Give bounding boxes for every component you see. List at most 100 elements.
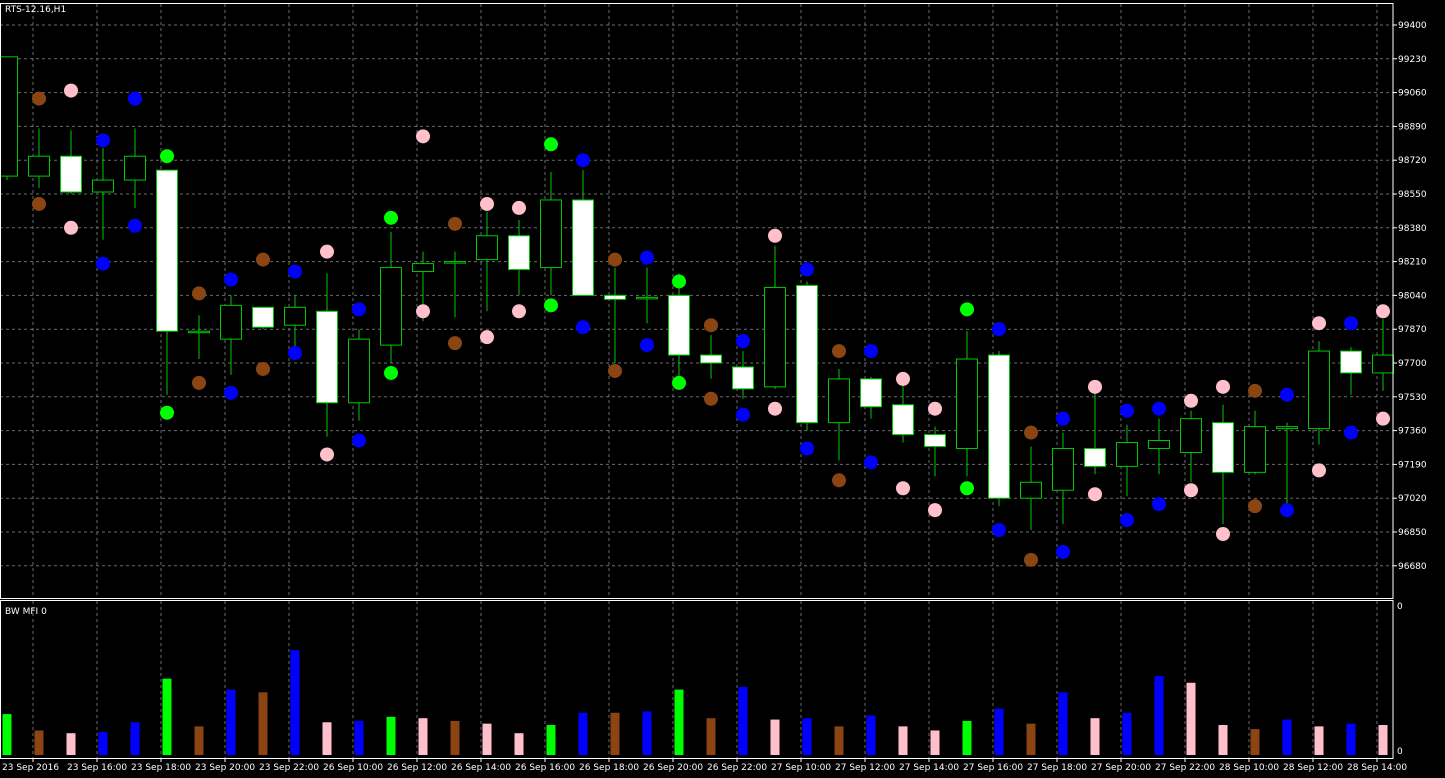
fractal-dot-green	[960, 481, 974, 496]
fractal-dot-pink	[480, 330, 494, 345]
mfi-bar-pink[interactable]	[1090, 718, 1100, 755]
mfi-bar-pink[interactable]	[770, 719, 780, 755]
mfi-bar-blue[interactable]	[994, 708, 1004, 755]
candle-body-up	[1180, 418, 1202, 453]
price-label: 97530	[1398, 393, 1427, 403]
mfi-bar-blue[interactable]	[354, 720, 364, 755]
time-label: 27 Sep 22:00	[1155, 763, 1215, 773]
mfi-bar-pink[interactable]	[930, 730, 940, 755]
fractal-dot-green	[384, 210, 398, 225]
candle[interactable]	[1308, 341, 1330, 445]
indicator-scale-bottom: 0	[1397, 747, 1403, 757]
indicator-scale-top: 0	[1397, 602, 1403, 612]
mfi-bar-brown[interactable]	[34, 730, 44, 755]
fractal-dot-brown	[1024, 425, 1038, 440]
mfi-bar-blue[interactable]	[1346, 723, 1356, 755]
mfi-bar-pink[interactable]	[66, 733, 76, 755]
mfi-bar-brown[interactable]	[1250, 729, 1260, 755]
candle[interactable]	[0, 56, 18, 181]
fractal-dot-blue	[576, 320, 590, 335]
fractal-dot-pink	[928, 503, 942, 518]
candle-body-down	[1084, 447, 1106, 467]
mfi-bar-pink[interactable]	[1314, 726, 1324, 755]
mfi-bar-brown[interactable]	[1026, 723, 1036, 755]
candle-body-up	[956, 358, 978, 449]
fractal-dot-green	[160, 405, 174, 420]
time-label: 23 Sep 20:00	[195, 763, 255, 773]
mfi-bar-green[interactable]	[674, 689, 684, 755]
candle[interactable]	[252, 306, 274, 330]
mfi-bar-pink[interactable]	[482, 723, 492, 755]
mfi-bar-blue[interactable]	[1122, 712, 1132, 755]
price-label: 98040	[1398, 291, 1427, 301]
mfi-bar-blue[interactable]	[642, 711, 652, 755]
fractal-dot-brown	[448, 336, 462, 351]
mfi-bar-green[interactable]	[546, 725, 556, 755]
mfi-bar-brown[interactable]	[450, 720, 460, 755]
mfi-bar-blue[interactable]	[802, 718, 812, 755]
fractal-dot-blue	[1344, 425, 1358, 440]
fractal-dot-blue	[736, 334, 750, 349]
candle[interactable]	[988, 351, 1010, 507]
mfi-bar-blue[interactable]	[226, 689, 236, 755]
mfi-bar-pink[interactable]	[514, 733, 524, 755]
candle-body-down	[860, 378, 882, 408]
mfi-bar-pink[interactable]	[1218, 725, 1228, 755]
mfi-bar-blue[interactable]	[1154, 675, 1164, 755]
mfi-bar-blue[interactable]	[578, 712, 588, 755]
chart-window[interactable]: 99400 99230 99060 98890 98720 98550 98380 98210…	[0, 0, 1445, 778]
candle-body-up	[284, 306, 306, 326]
price-label: 97870	[1398, 325, 1427, 335]
fractal-dot-pink	[480, 196, 494, 211]
time-label: 27 Sep 12:00	[835, 763, 895, 773]
mfi-bar-pink[interactable]	[1186, 682, 1196, 755]
mfi-bar-green[interactable]	[962, 720, 972, 755]
candle[interactable]	[796, 281, 818, 431]
mfi-bar-blue[interactable]	[866, 715, 876, 755]
mfi-bar-pink[interactable]	[322, 722, 332, 755]
mfi-bar-blue[interactable]	[738, 686, 748, 755]
fractal-dot-brown	[192, 375, 206, 390]
price-label: 96850	[1398, 528, 1427, 538]
mfi-bar-brown[interactable]	[610, 712, 620, 755]
mfi-bar-blue[interactable]	[98, 731, 108, 755]
mfi-bar-green[interactable]	[386, 716, 396, 755]
mfi-bar-blue[interactable]	[1282, 719, 1292, 755]
mfi-bar-brown[interactable]	[706, 718, 716, 755]
candle-body-up	[348, 338, 370, 404]
candle-body-down	[508, 235, 530, 271]
mfi-bar-pink[interactable]	[898, 726, 908, 755]
mfi-bar-brown[interactable]	[258, 692, 268, 755]
price-label: 98890	[1398, 122, 1427, 132]
time-label: 27 Sep 16:00	[963, 763, 1023, 773]
fractal-dot-pink	[1088, 379, 1102, 394]
fractal-dot-pink	[1216, 526, 1230, 541]
fractal-dot-blue	[96, 133, 110, 148]
mfi-bar-blue[interactable]	[130, 722, 140, 755]
mfi-bar-brown[interactable]	[834, 726, 844, 755]
fractal-dot-brown	[704, 318, 718, 333]
mfi-bar-pink[interactable]	[1378, 725, 1388, 755]
candle-body-up	[28, 155, 50, 177]
mfi-bar-blue[interactable]	[290, 650, 300, 755]
time-label: 23 Sep 2016	[2, 763, 59, 773]
time-label: 26 Sep 20:00	[643, 763, 703, 773]
candle-body-up	[1372, 354, 1394, 374]
fractal-dot-pink	[1216, 379, 1230, 394]
price-label: 98210	[1398, 258, 1427, 268]
mfi-bar-green[interactable]	[2, 714, 12, 755]
time-label: 26 Sep 22:00	[707, 763, 767, 773]
mfi-bar-brown[interactable]	[194, 726, 204, 755]
fractal-dot-brown	[1248, 383, 1262, 398]
mfi-bar-blue[interactable]	[1058, 692, 1068, 755]
mfi-bar-pink[interactable]	[418, 718, 428, 755]
fractal-dot-blue	[352, 433, 366, 448]
mfi-bar-green[interactable]	[162, 678, 172, 755]
candle-body-up	[444, 261, 466, 264]
price-label: 99230	[1398, 55, 1427, 65]
fractal-dot-pink	[768, 228, 782, 243]
time-label: 26 Sep 10:00	[323, 763, 383, 773]
fractal-dot-blue	[224, 272, 238, 287]
candle-body-up	[1308, 350, 1330, 430]
fractal-dot-blue	[992, 523, 1006, 538]
